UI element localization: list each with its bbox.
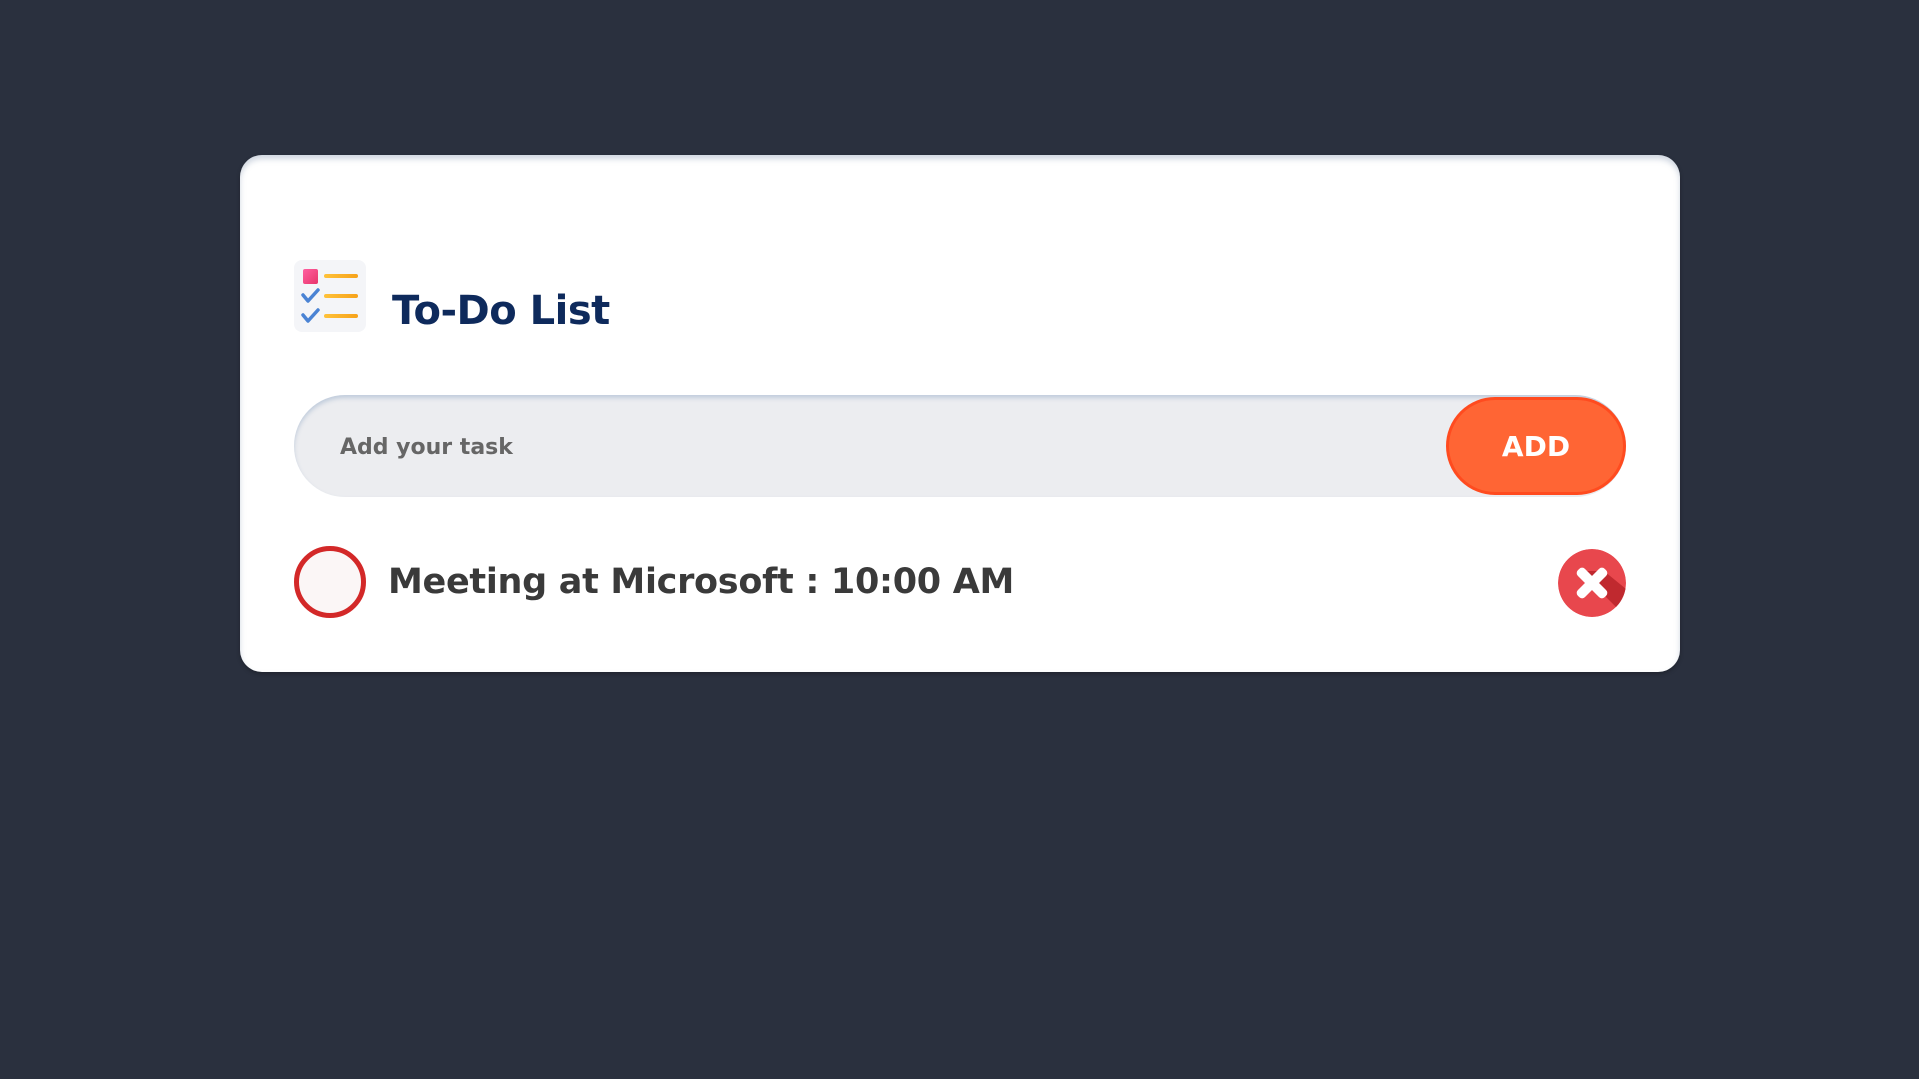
add-task-row: ADD [294, 395, 1626, 499]
page-title: To-Do List [392, 288, 610, 334]
task-input[interactable] [338, 395, 1422, 499]
add-button[interactable]: ADD [1446, 397, 1626, 495]
task-checkbox[interactable] [294, 546, 366, 618]
task-text: Meeting at Microsoft : 10:00 AM [388, 562, 1015, 602]
list-item: Meeting at Microsoft : 10:00 AM [294, 546, 1626, 618]
delete-task-button[interactable] [1558, 549, 1626, 617]
checklist-icon [294, 260, 366, 332]
todo-header: To-Do List [294, 260, 610, 334]
close-icon [1558, 549, 1626, 617]
todo-card: To-Do List ADD Meeting at Microsoft : 10… [240, 155, 1680, 672]
